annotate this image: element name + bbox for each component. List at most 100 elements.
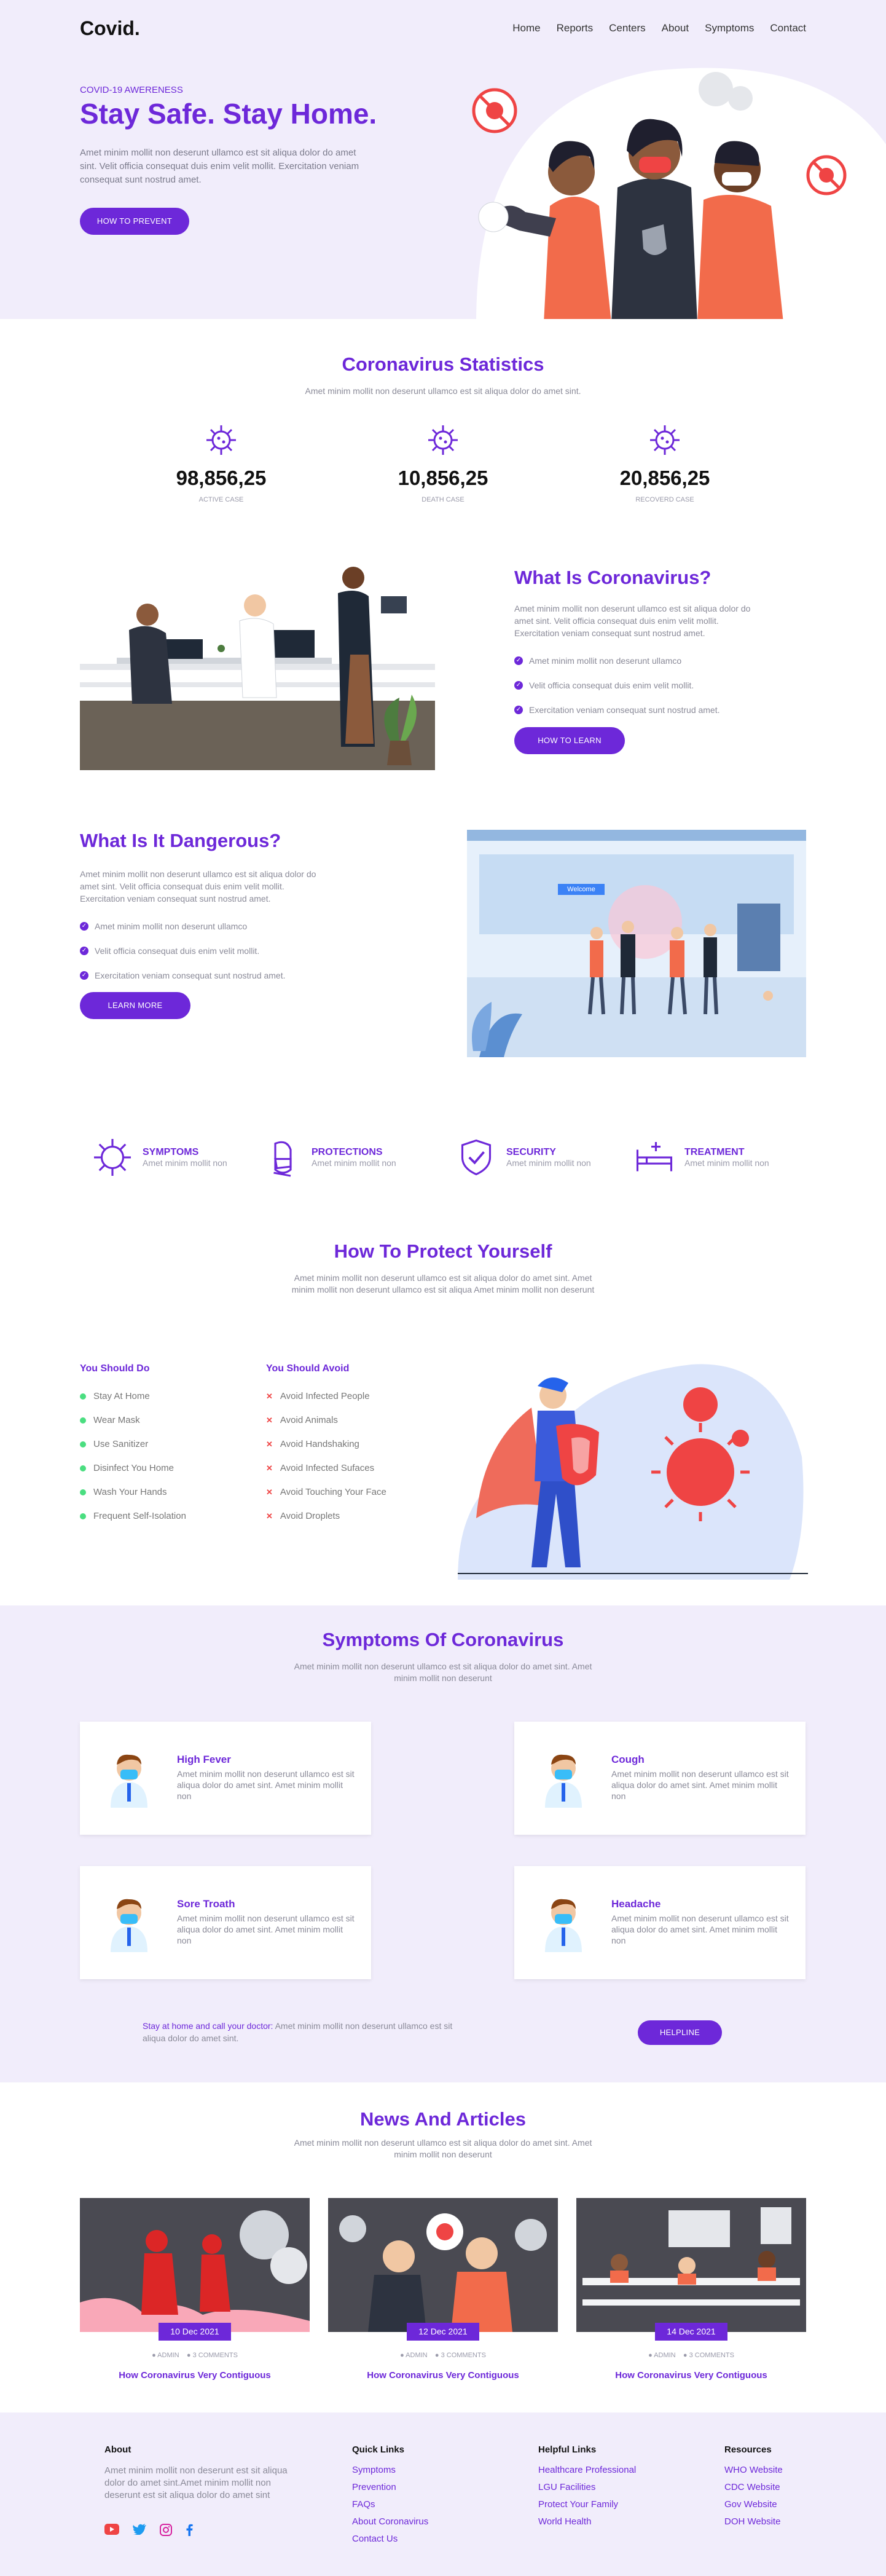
what-is-title: What Is Coronavirus? <box>514 567 712 588</box>
footer-link[interactable]: Contact Us <box>352 2534 428 2551</box>
youtube-icon[interactable] <box>104 2524 119 2535</box>
office-illustration <box>80 567 435 770</box>
stat-active: 98,856,25 ACTIVE CASE <box>129 423 313 503</box>
news-image <box>80 2198 310 2332</box>
learn-more-button[interactable]: LEARN MORE <box>80 992 190 1019</box>
nav-reports[interactable]: Reports <box>557 22 594 34</box>
service-title: TREATMENT <box>684 1147 745 1157</box>
cross-icon: ✕ <box>266 1415 273 1425</box>
how-to-prevent-button[interactable]: HOW TO PREVENT <box>80 208 189 235</box>
card-text: Amet minim mollit non deserunt ullamco e… <box>177 1913 355 1945</box>
card-title: Sore Troath <box>177 1898 235 1910</box>
footer-link[interactable]: Prevention <box>352 2482 428 2499</box>
instagram-icon[interactable] <box>160 2524 172 2536</box>
check-icon: ✓ <box>514 656 523 665</box>
footer-heading: Quick Links <box>352 2444 405 2455</box>
check-icon: ✓ <box>514 706 523 714</box>
masked-face-icon <box>273 1141 292 1177</box>
footer-link[interactable]: Gov Website <box>724 2499 783 2516</box>
nav-centers[interactable]: Centers <box>609 22 646 34</box>
service-protections[interactable]: PROTECTIONS Amet minim mollit non <box>260 1136 396 1179</box>
hero-section: Covid. Home Reports Centers About Sympto… <box>0 0 886 319</box>
list-item: ✕ Avoid Handshaking <box>266 1439 359 1449</box>
dangerous-text: Amet minim mollit non deserunt ullamco e… <box>80 869 316 904</box>
footer-heading: Helpful Links <box>538 2444 597 2455</box>
twitter-icon[interactable] <box>133 2524 146 2535</box>
stat-label: RECOVERD CASE <box>635 496 694 503</box>
service-symptoms[interactable]: SYMPTOMS Amet minim mollit non <box>91 1136 227 1179</box>
bullet-icon <box>80 1417 86 1424</box>
footer-link[interactable]: LGU Facilities <box>538 2482 636 2499</box>
how-to-learn-button[interactable]: HOW TO LEARN <box>514 727 625 754</box>
footer-link[interactable]: FAQs <box>352 2499 428 2516</box>
news-image <box>576 2198 806 2332</box>
nav-about[interactable]: About <box>662 22 689 34</box>
stat-value: 98,856,25 <box>176 467 267 489</box>
user-icon: ● <box>648 2352 653 2359</box>
list-item: Stay At Home <box>80 1384 186 1408</box>
list-item: Disinfect You Home <box>80 1456 186 1480</box>
service-security[interactable]: SECURITY Amet minim mollit non <box>455 1136 591 1179</box>
footer-helpful-links: Helpful Links Healthcare Professional LG… <box>538 2444 636 2534</box>
footer-link[interactable]: Protect Your Family <box>538 2499 636 2516</box>
footer-link[interactable]: DOH Website <box>724 2516 783 2534</box>
news-card[interactable]: 14 Dec 2021 ● ADMIN ● 3 COMMENTS How Cor… <box>576 2198 806 2381</box>
bullet-icon <box>80 1393 86 1400</box>
news-card[interactable]: 12 Dec 2021 ● ADMIN ● 3 COMMENTS How Cor… <box>328 2198 558 2381</box>
footer-resources: Resources WHO Website CDC Website Gov We… <box>724 2444 783 2534</box>
service-title: SECURITY <box>506 1147 556 1157</box>
symptom-card-sore-throat[interactable]: Sore Troath Amet minim mollit non deseru… <box>80 1866 371 1979</box>
stat-label: ACTIVE CASE <box>198 496 244 503</box>
nav-symptoms[interactable]: Symptoms <box>705 22 754 34</box>
footer-link[interactable]: CDC Website <box>724 2482 783 2499</box>
stats-title: Coronavirus Statistics <box>342 353 544 375</box>
footer-link[interactable]: Symptoms <box>352 2465 428 2482</box>
hospital-bed-icon <box>636 1142 673 1172</box>
check-icon: ✓ <box>80 971 88 980</box>
list-item: ✓ Velit officia consequat duis enim velit… <box>80 939 286 963</box>
list-item: ✓ Amet minim mollit non deserunt ullamco <box>514 648 720 673</box>
hero-title: Stay Safe. Stay Home. <box>80 98 377 130</box>
hero-illustration <box>472 68 886 319</box>
news-subtitle: Amet minim mollit non deserunt ullamco e… <box>294 2138 592 2159</box>
social-links <box>104 2524 301 2536</box>
service-treatment[interactable]: TREATMENT Amet minim mollit non <box>633 1136 769 1179</box>
nav-home[interactable]: Home <box>512 22 540 34</box>
footer-heading: About <box>104 2444 131 2455</box>
doctor-avatar-icon <box>111 1899 147 1952</box>
user-icon: ● <box>152 2352 156 2359</box>
footer-link[interactable]: Healthcare Professional <box>538 2465 636 2482</box>
dangerous-title: What Is It Dangerous? <box>80 830 281 851</box>
card-title: Headache <box>611 1898 661 1910</box>
footer-link[interactable]: WHO Website <box>724 2465 783 2482</box>
virus-icon <box>650 425 680 455</box>
do-list: Stay At Home Wear Mask Use Sanitizer Dis… <box>80 1384 186 1528</box>
symptom-card-cough[interactable]: Cough Amet minim mollit non deserunt ull… <box>514 1722 806 1835</box>
list-item: ✕ Avoid Touching Your Face <box>266 1487 386 1497</box>
list-item: ✕ Avoid Droplets <box>266 1511 340 1521</box>
news-title-link[interactable]: How Coronavirus Very Contiguous <box>80 2370 310 2381</box>
footer-link[interactable]: World Health <box>538 2516 636 2534</box>
what-is-text: Amet minim mollit non deserunt ullamco e… <box>514 604 751 638</box>
service-text: Amet minim mollit non <box>506 1158 591 1168</box>
check-icon: ✓ <box>80 947 88 955</box>
news-card[interactable]: 10 Dec 2021 ● ADMIN ● 3 COMMENTS How Cor… <box>80 2198 310 2381</box>
virus-icon <box>428 425 458 455</box>
stat-death: 10,856,25 DEATH CASE <box>351 423 535 503</box>
symptom-card-fever[interactable]: High Fever Amet minim mollit non deserun… <box>80 1722 371 1835</box>
virus-icon <box>206 425 236 455</box>
card-text: Amet minim mollit non deserunt ullamco e… <box>611 1913 789 1945</box>
protect-title: How To Protect Yourself <box>334 1240 552 1262</box>
news-title-link[interactable]: How Coronavirus Very Contiguous <box>328 2370 558 2381</box>
news-title-link[interactable]: How Coronavirus Very Contiguous <box>576 2370 806 2381</box>
facebook-icon[interactable] <box>186 2524 193 2536</box>
site-logo[interactable]: Covid. <box>80 17 140 40</box>
bullet-icon <box>80 1441 86 1448</box>
symptoms-title: Symptoms Of Coronavirus <box>322 1629 564 1650</box>
nav-contact[interactable]: Contact <box>770 22 806 34</box>
symptom-card-headache[interactable]: Headache Amet minim mollit non deserunt … <box>514 1866 806 1979</box>
footer-link[interactable]: About Coronavirus <box>352 2516 428 2534</box>
helpline-button[interactable]: HELPLINE <box>638 2020 722 2045</box>
list-item: ✓ Velit officia consequat duis enim velit… <box>514 673 720 698</box>
main-nav: Home Reports Centers About Symptoms Cont… <box>512 22 806 34</box>
